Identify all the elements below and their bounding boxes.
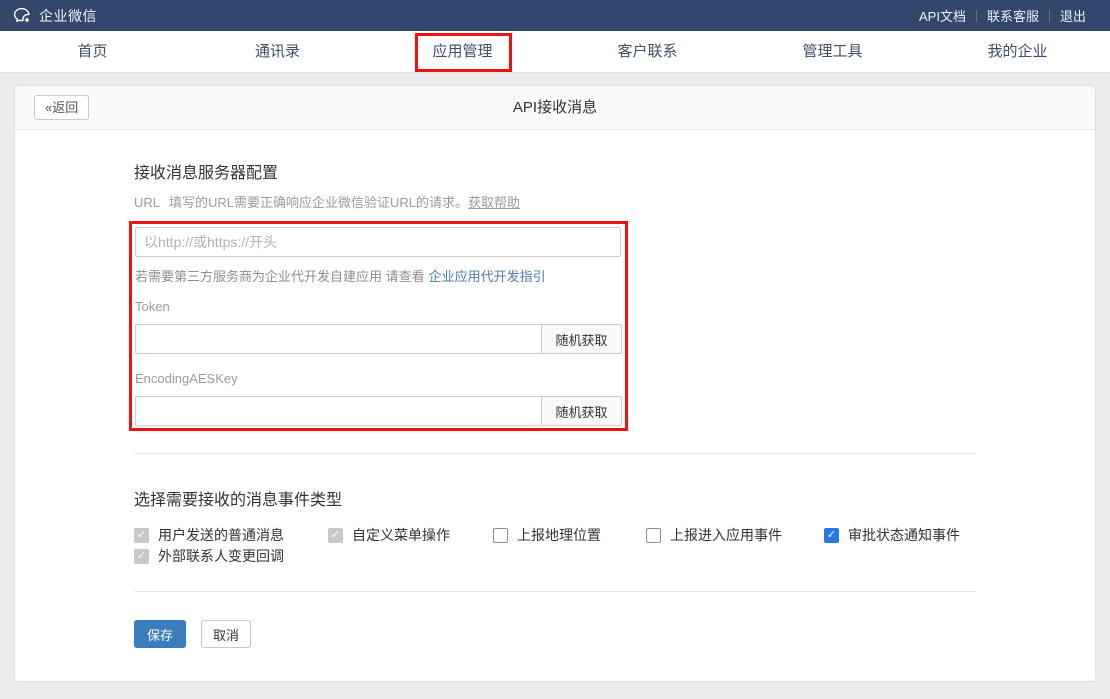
checkbox-enter-app-event[interactable]: 上报进入应用事件: [646, 526, 782, 544]
save-button[interactable]: 保存: [134, 620, 186, 648]
aeskey-input[interactable]: [135, 396, 542, 426]
logout-link[interactable]: 退出: [1050, 6, 1096, 25]
content-card: «返回 API接收消息 接收消息服务器配置 URL 填写的URL需要正确响应企业微…: [14, 85, 1096, 682]
checkbox-report-location[interactable]: 上报地理位置: [493, 526, 601, 544]
nav-item-home[interactable]: 首页: [0, 31, 185, 72]
events-section-title: 选择需要接收的消息事件类型: [134, 486, 342, 510]
nav-item-admin-tools[interactable]: 管理工具: [740, 31, 925, 72]
checkbox-custom-menu[interactable]: 自定义菜单操作: [328, 526, 450, 544]
url-label: URL: [134, 195, 160, 210]
token-random-button[interactable]: 随机获取: [542, 324, 622, 354]
wecom-admin-page: 企业微信 API文档 联系客服 退出 首页 通讯录 应用管理 客户联系 管理工具…: [0, 0, 1110, 699]
checkbox-icon[interactable]: [134, 549, 149, 564]
main-nav: 首页 通讯录 应用管理 客户联系 管理工具 我的企业: [0, 31, 1110, 72]
page-title: API接收消息: [15, 86, 1095, 129]
dev-guide-link[interactable]: 企业应用代开发指引: [429, 269, 546, 284]
checkbox-icon[interactable]: [646, 528, 661, 543]
third-party-hint: 若需要第三方服务商为企业代开发自建应用 请查看企业应用代开发指引: [135, 266, 546, 285]
checkbox-icon[interactable]: [328, 528, 343, 543]
checkbox-icon[interactable]: [824, 528, 839, 543]
checkbox-label: 审批状态通知事件: [848, 525, 960, 545]
checkbox-label: 外部联系人变更回调: [158, 546, 284, 566]
checkbox-label: 自定义菜单操作: [352, 525, 450, 545]
url-input[interactable]: [135, 227, 621, 257]
divider: [134, 453, 976, 454]
token-input[interactable]: [135, 324, 542, 354]
checkbox-icon[interactable]: [493, 528, 508, 543]
cancel-button[interactable]: 取消: [201, 620, 251, 648]
checkbox-label: 上报进入应用事件: [670, 525, 782, 545]
api-docs-link[interactable]: API文档: [909, 6, 976, 25]
brand[interactable]: 企业微信: [0, 6, 97, 26]
checkbox-approval-status-event[interactable]: 审批状态通知事件: [824, 526, 960, 544]
checkbox-label: 用户发送的普通消息: [158, 525, 284, 545]
checkbox-normal-message[interactable]: 用户发送的普通消息: [134, 526, 284, 544]
checkbox-label: 上报地理位置: [517, 525, 601, 545]
nav-item-my-company[interactable]: 我的企业: [925, 31, 1110, 72]
topbar: 企业微信 API文档 联系客服 退出: [0, 0, 1110, 31]
checkbox-icon[interactable]: [134, 528, 149, 543]
url-description: 填写的URL需要正确响应企业微信验证URL的请求。: [169, 195, 468, 210]
aeskey-random-button[interactable]: 随机获取: [542, 396, 622, 426]
get-help-link[interactable]: 获取帮助: [468, 195, 520, 210]
card-header: «返回 API接收消息: [15, 86, 1095, 130]
server-config-section-title: 接收消息服务器配置: [134, 159, 278, 183]
url-label-line: URL 填写的URL需要正确响应企业微信验证URL的请求。获取帮助: [134, 192, 520, 211]
divider: [134, 591, 976, 592]
brand-name: 企业微信: [39, 6, 97, 26]
hint-text: 若需要第三方服务商为企业代开发自建应用 请查看: [135, 269, 425, 284]
topbar-links: API文档 联系客服 退出: [909, 6, 1110, 25]
wecom-logo-icon: [13, 6, 32, 25]
nav-item-app-manage[interactable]: 应用管理: [370, 31, 555, 72]
token-label: Token: [135, 299, 170, 314]
checkbox-external-contact-change[interactable]: 外部联系人变更回调: [134, 547, 284, 565]
contact-support-link[interactable]: 联系客服: [977, 6, 1049, 25]
nav-item-contacts[interactable]: 通讯录: [185, 31, 370, 72]
nav-item-customer[interactable]: 客户联系: [555, 31, 740, 72]
aeskey-label: EncodingAESKey: [135, 371, 238, 386]
